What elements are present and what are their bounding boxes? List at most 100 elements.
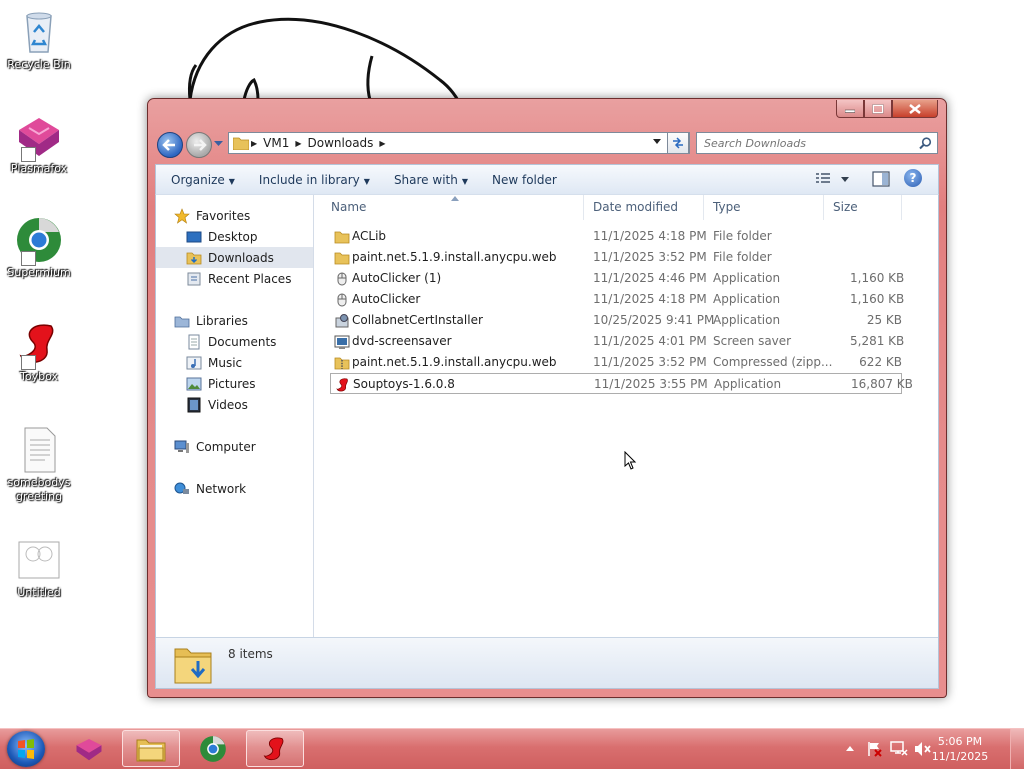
desktop-icon-somebodys-greeting[interactable]: somebodys greeting	[4, 426, 74, 504]
desktop-icon-untitled[interactable]: Untitled	[4, 536, 74, 600]
file-size: 25 KB	[866, 313, 902, 327]
file-date-modified: 11/1/2025 4:46 PM	[593, 271, 707, 285]
file-date-modified: 11/1/2025 4:18 PM	[593, 229, 707, 243]
nav-downloads[interactable]: Downloads	[156, 247, 313, 268]
taskbar-supermium-button[interactable]	[184, 730, 242, 767]
windows-logo-icon	[18, 739, 34, 759]
new-folder-button[interactable]: New folder	[483, 173, 566, 187]
nav-documents[interactable]: Documents	[156, 331, 313, 352]
file-date-modified: 11/1/2025 4:01 PM	[593, 334, 707, 348]
search-box[interactable]	[696, 132, 938, 154]
network-icon	[174, 481, 190, 497]
table-row[interactable]: ACLib 11/1/2025 4:18 PM File folder	[330, 226, 902, 247]
file-date-modified: 11/1/2025 4:18 PM	[593, 292, 707, 306]
table-row[interactable]: AutoClicker (1) 11/1/2025 4:46 PM Applicat…	[330, 268, 904, 289]
table-row[interactable]: dvd-screensaver 11/1/2025 4:01 PM Screen s…	[330, 331, 904, 352]
taskbar-toybox-button[interactable]	[246, 730, 304, 767]
table-row[interactable]: Souptoys-1.6.0.8 11/1/2025 3:55 PM Applica…	[330, 373, 913, 394]
breadcrumb-separator[interactable]: ▶	[379, 139, 385, 148]
desktop-icon-plasmafox[interactable]: Plasmafox	[4, 112, 74, 176]
refresh-button[interactable]	[667, 132, 689, 154]
shortcut-arrow-icon	[21, 251, 36, 266]
action-center-flag-icon[interactable]	[866, 741, 882, 757]
souptoys-icon	[335, 377, 351, 393]
desktop-icon	[186, 229, 202, 245]
taskbar-clock[interactable]: 5:06 PM 11/1/2025	[930, 734, 990, 764]
back-button[interactable]	[157, 132, 183, 158]
column-header-type[interactable]: Type	[704, 195, 824, 220]
desktop-icon-recycle-bin[interactable]: Recycle Bin	[4, 8, 74, 72]
file-list[interactable]: Name Date modified Type Size ACLib 11/1/2…	[314, 195, 938, 638]
nav-videos[interactable]: Videos	[156, 394, 313, 415]
nav-label: Network	[196, 481, 247, 496]
file-name: paint.net.5.1.9.install.anycpu.web	[352, 250, 557, 264]
table-row[interactable]: CollabnetCertInstaller 10/25/2025 9:41 PM…	[330, 310, 902, 331]
show-desktop-button[interactable]	[1010, 729, 1024, 769]
column-header-date-modified[interactable]: Date modified	[584, 195, 704, 220]
minimize-button[interactable]	[836, 100, 864, 118]
close-icon	[909, 103, 921, 114]
explorer-window[interactable]: ▶ VM1 ▶ Downloads ▶ Organize▼ Include in…	[147, 98, 947, 698]
screensaver-icon	[334, 334, 350, 350]
nav-music[interactable]: Music	[156, 352, 313, 373]
recycle-bin-icon	[15, 8, 63, 56]
label-line: greeting	[15, 490, 63, 503]
mouse-icon	[334, 271, 350, 287]
mouse-cursor-icon	[624, 451, 637, 470]
recent-pages-dropdown-icon[interactable]	[214, 141, 223, 147]
desktop-icon-supermium[interactable]: Supermium	[4, 216, 74, 280]
address-bar[interactable]: ▶ VM1 ▶ Downloads ▶	[228, 132, 690, 154]
forward-button[interactable]	[186, 132, 212, 158]
nav-libraries[interactable]: Libraries	[156, 310, 313, 331]
organize-button[interactable]: Organize ▼	[162, 173, 244, 187]
maximize-button[interactable]	[864, 100, 892, 118]
command-toolbar: Organize ▼ Include in library ▼ Share with…	[155, 164, 939, 194]
taskbar-plasmafox-button[interactable]	[60, 730, 118, 767]
nav-recent-places[interactable]: Recent Places	[156, 268, 313, 289]
preview-pane-button[interactable]	[872, 171, 890, 190]
help-button[interactable]: ?	[904, 169, 922, 187]
navigation-pane[interactable]: Favorites Desktop Downloads Recent Place…	[156, 195, 314, 638]
nav-label: Documents	[208, 334, 277, 349]
taskbar-explorer-button[interactable]	[122, 730, 180, 767]
breadcrumb-downloads[interactable]: Downloads	[308, 136, 374, 150]
desktop-icon-toybox[interactable]: Toybox	[4, 320, 74, 384]
change-view-button[interactable]	[816, 172, 852, 189]
close-button[interactable]	[892, 100, 938, 118]
nav-desktop[interactable]: Desktop	[156, 226, 313, 247]
nav-favorites[interactable]: Favorites	[156, 205, 313, 226]
installer-icon	[334, 313, 350, 329]
nav-label: Desktop	[208, 229, 258, 244]
table-row[interactable]: paint.net.5.1.9.install.anycpu.web 11/1/2…	[330, 247, 902, 268]
breadcrumb-separator[interactable]: ▶	[251, 139, 257, 148]
text-file-icon	[15, 426, 63, 474]
search-icon[interactable]	[919, 137, 932, 150]
search-input[interactable]	[697, 135, 916, 151]
star-icon	[174, 207, 190, 224]
address-dropdown-icon[interactable]	[653, 139, 661, 145]
clock-time: 5:06 PM	[937, 735, 983, 748]
untitled-image-icon	[15, 536, 63, 584]
network-status-icon[interactable]	[890, 741, 908, 757]
nav-label: Pictures	[208, 376, 256, 391]
start-button[interactable]	[7, 731, 45, 767]
nav-computer[interactable]: Computer	[156, 436, 313, 457]
table-row[interactable]: AutoClicker 11/1/2025 4:18 PM Application 1…	[330, 289, 904, 310]
back-arrow-icon	[162, 139, 175, 151]
show-hidden-icons-button[interactable]	[846, 745, 854, 751]
include-in-library-button[interactable]: Include in library ▼	[250, 173, 379, 187]
details-pane: 8 items	[156, 637, 938, 688]
file-size: 16,807 KB	[851, 377, 913, 391]
share-with-button[interactable]: Share with ▼	[385, 173, 477, 187]
column-header-size[interactable]: Size	[824, 195, 902, 220]
breadcrumb-vm1[interactable]: VM1	[263, 136, 289, 150]
table-row[interactable]: paint.net.5.1.9.install.anycpu.web 11/1/2…	[330, 352, 902, 373]
desktop-icon-label: Toybox	[20, 370, 58, 383]
column-label: Date modified	[593, 200, 679, 214]
plasmafox-icon	[76, 738, 102, 760]
nav-pictures[interactable]: Pictures	[156, 373, 313, 394]
shortcut-arrow-icon	[21, 355, 36, 370]
nav-network[interactable]: Network	[156, 478, 313, 499]
breadcrumb-separator[interactable]: ▶	[295, 139, 301, 148]
button-label: Share with	[393, 172, 458, 187]
